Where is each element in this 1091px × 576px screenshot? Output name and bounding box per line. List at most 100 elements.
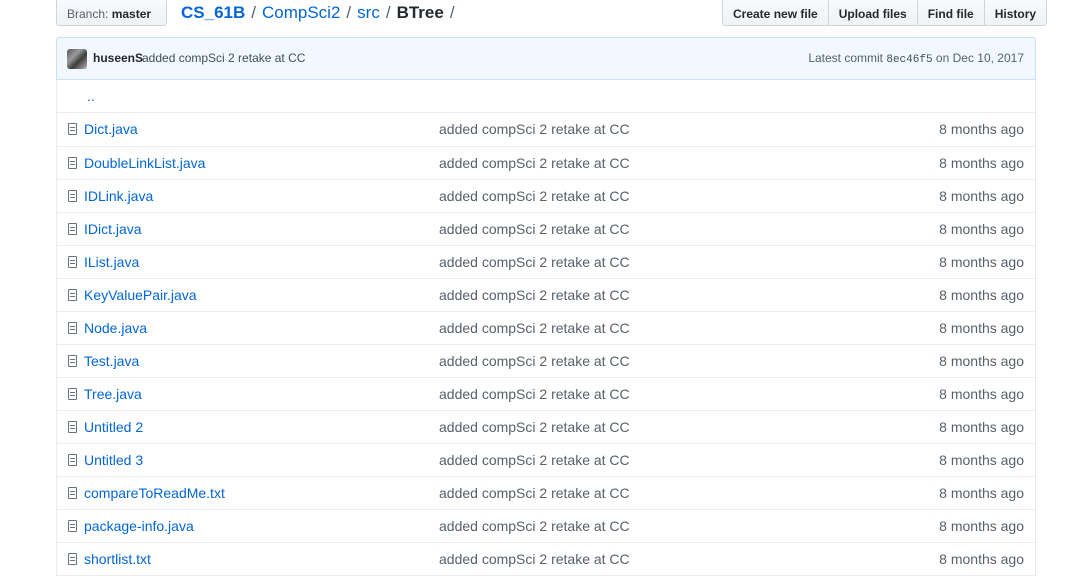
file-icon [68, 421, 77, 433]
file-age: 8 months ago [939, 254, 1024, 270]
file-age: 8 months ago [939, 188, 1024, 204]
file-row: compareToReadMe.txt added compSci 2 retak… [57, 476, 1035, 509]
file-name-link[interactable]: IList.java [84, 254, 139, 270]
file-name-link[interactable]: KeyValuePair.java [84, 287, 197, 303]
file-icon [68, 223, 77, 235]
upload-files-button[interactable]: Upload files [827, 0, 918, 26]
file-name-link[interactable]: IDict.java [84, 221, 142, 237]
file-row: IDLink.java added compSci 2 retake at CC 8… [57, 179, 1035, 212]
branch-select-button[interactable]: Branch: master [56, 0, 167, 54]
file-commit-message[interactable]: added compSci 2 retake at CC [439, 254, 630, 270]
file-row: package-info.java added compSci 2 retake … [57, 509, 1035, 542]
file-name-link[interactable]: Untitled 3 [84, 452, 143, 468]
file-icon [68, 553, 77, 565]
file-icon [68, 256, 77, 268]
latest-commit-label: Latest commit [808, 51, 884, 65]
breadcrumb-repo-link[interactable]: CS_61B [181, 3, 245, 22]
create-new-file-button[interactable]: Create new file [722, 0, 829, 26]
commit-author-link[interactable]: huseenS [93, 51, 143, 65]
find-file-button[interactable]: Find file [916, 0, 985, 26]
file-name-link[interactable]: Dict.java [84, 121, 138, 137]
file-age: 8 months ago [939, 386, 1024, 402]
latest-commit-bar: huseenS added compSci 2 retake at CC Lat… [56, 37, 1036, 80]
file-icon [68, 520, 77, 532]
file-commit-message[interactable]: added compSci 2 retake at CC [439, 518, 630, 534]
file-row: Untitled 2 added compSci 2 retake at CC 8 … [57, 410, 1035, 443]
file-name-link[interactable]: Tree.java [84, 386, 142, 402]
file-name-link[interactable]: IDLink.java [84, 188, 153, 204]
file-row: IList.java added compSci 2 retake at CC 8 … [57, 245, 1035, 278]
file-name-link[interactable]: Untitled 2 [84, 419, 143, 435]
file-name-link[interactable]: Node.java [84, 320, 147, 336]
file-commit-message[interactable]: added compSci 2 retake at CC [439, 320, 630, 336]
file-age: 8 months ago [939, 155, 1024, 171]
file-icon [68, 289, 77, 301]
file-commit-message[interactable]: added compSci 2 retake at CC [439, 485, 630, 501]
breadcrumb-src-link[interactable]: src [357, 3, 380, 22]
file-age: 8 months ago [939, 353, 1024, 369]
file-row: Tree.java added compSci 2 retake at CC 8 m… [57, 377, 1035, 410]
avatar[interactable] [67, 49, 87, 69]
breadcrumb-separator: / [449, 3, 455, 22]
file-commit-message[interactable]: added compSci 2 retake at CC [439, 551, 630, 567]
file-name-link[interactable]: DoubleLinkList.java [84, 155, 205, 171]
file-row: shortlist.txt added compSci 2 retake at C… [57, 542, 1035, 575]
file-commit-message[interactable]: added compSci 2 retake at CC [439, 287, 630, 303]
file-age: 8 months ago [939, 518, 1024, 534]
commit-message-link[interactable]: added compSci 2 retake at CC [142, 51, 305, 65]
file-age: 8 months ago [939, 419, 1024, 435]
breadcrumb-compsci2-link[interactable]: CompSci2 [262, 3, 340, 22]
file-age: 8 months ago [939, 485, 1024, 501]
file-name-link[interactable]: compareToReadMe.txt [84, 485, 225, 501]
file-rows: Dict.java added compSci 2 retake at CC 8 m… [57, 113, 1035, 575]
file-row: Test.java added compSci 2 retake at CC 8 m… [57, 344, 1035, 377]
repo-toolbar: Branch: master CS_61B / CompSci2 / src / BTree… [0, 0, 1091, 54]
file-icon [68, 454, 77, 466]
file-age: 8 months ago [939, 121, 1024, 137]
file-actions-group: Create new file Upload files Find file H… [722, 0, 1048, 26]
file-name-link[interactable]: shortlist.txt [84, 551, 151, 567]
file-age: 8 months ago [939, 221, 1024, 237]
breadcrumb: CS_61B / CompSci2 / src / BTree / [181, 2, 461, 24]
file-row: Dict.java added compSci 2 retake at CC 8 m… [57, 113, 1035, 146]
file-commit-message[interactable]: added compSci 2 retake at CC [439, 188, 630, 204]
file-age: 8 months ago [939, 452, 1024, 468]
file-commit-message[interactable]: added compSci 2 retake at CC [439, 452, 630, 468]
file-icon [68, 322, 77, 334]
file-commit-message[interactable]: added compSci 2 retake at CC [439, 155, 630, 171]
file-commit-message[interactable]: added compSci 2 retake at CC [439, 121, 630, 137]
file-name-link[interactable]: Test.java [84, 353, 139, 369]
file-icon [68, 190, 77, 202]
breadcrumb-separator: / [251, 3, 256, 22]
file-icon [68, 388, 77, 400]
file-commit-message[interactable]: added compSci 2 retake at CC [439, 386, 630, 402]
branch-name: master [111, 7, 152, 21]
file-age: 8 months ago [939, 551, 1024, 567]
file-row: DoubleLinkList.java added compSci 2 retak… [57, 146, 1035, 179]
file-commit-message[interactable]: added compSci 2 retake at CC [439, 353, 630, 369]
commit-date: on Dec 10, 2017 [935, 51, 1024, 65]
breadcrumb-separator: / [385, 3, 391, 22]
file-icon [68, 157, 77, 169]
file-commit-message[interactable]: added compSci 2 retake at CC [439, 221, 630, 237]
file-list: .. Dict.java added compSci 2 retake at CC… [56, 80, 1036, 576]
breadcrumb-current: BTree [396, 3, 444, 22]
breadcrumb-separator: / [346, 3, 352, 22]
file-age: 8 months ago [939, 287, 1024, 303]
history-button[interactable]: History [983, 0, 1048, 26]
branch-prefix: Branch: [67, 7, 109, 21]
file-icon [68, 355, 77, 367]
file-row: IDict.java added compSci 2 retake at CC 8 … [57, 212, 1035, 245]
file-row: KeyValuePair.java added compSci 2 retake … [57, 278, 1035, 311]
commit-sha-link[interactable]: 8ec46f5 [886, 54, 932, 66]
file-icon [68, 123, 77, 135]
file-icon [68, 487, 77, 499]
file-commit-message[interactable]: added compSci 2 retake at CC [439, 419, 630, 435]
latest-commit-info: Latest commit 8ec46f5 on Dec 10, 2017 [808, 51, 1024, 66]
file-row: Untitled 3 added compSci 2 retake at CC 8 … [57, 443, 1035, 476]
file-name-link[interactable]: package-info.java [84, 518, 194, 534]
parent-directory-link[interactable]: .. [87, 88, 95, 104]
file-age: 8 months ago [939, 320, 1024, 336]
parent-directory-row: .. [57, 80, 1035, 113]
file-row: Node.java added compSci 2 retake at CC 8 m… [57, 311, 1035, 344]
